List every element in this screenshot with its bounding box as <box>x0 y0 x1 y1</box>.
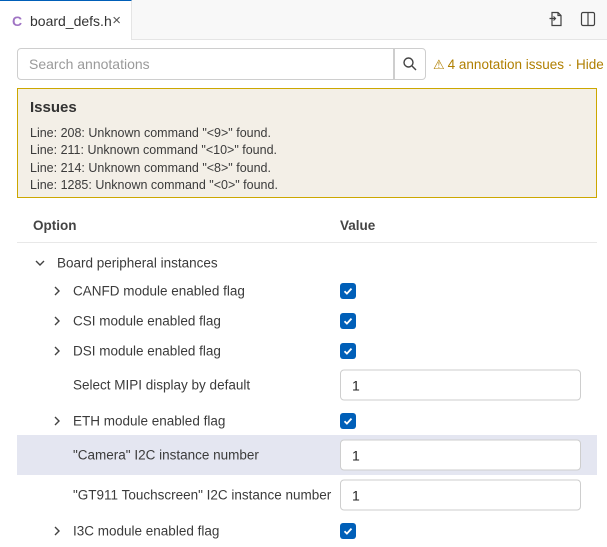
tab-filename: board_defs.h <box>30 12 112 29</box>
option-label: Select MIPI display by default <box>73 377 251 393</box>
table-row[interactable]: I3C module enabled flag <box>17 511 597 547</box>
number-input[interactable] <box>341 370 580 400</box>
editor-tab-bar: C board_defs.h × <box>0 0 607 40</box>
search-button[interactable] <box>394 48 426 80</box>
option-label: "GT911 Touchscreen" I2C instance number <box>73 487 332 503</box>
checkbox[interactable] <box>340 313 356 329</box>
issue-line: Line: 211: Unknown command "<10>" found. <box>30 143 277 158</box>
checkmark-icon <box>343 287 353 295</box>
issue-line: Line: 214: Unknown command "<8>" found. <box>30 160 271 175</box>
option-label: "Camera" I2C instance number <box>73 447 259 463</box>
search-box <box>17 48 394 80</box>
checkbox[interactable] <box>340 343 356 359</box>
issues-list: Line: 208: Unknown command "<9>" found. … <box>30 125 278 194</box>
warning-icon: ⚠ <box>433 57 445 72</box>
checkmark-icon <box>343 347 353 355</box>
issues-title: Issues <box>30 99 77 116</box>
issues-panel: Issues Line: 208: Unknown command "<9>" … <box>17 88 597 198</box>
chevron-right-icon[interactable] <box>51 315 63 327</box>
chevron-right-icon[interactable] <box>51 345 63 357</box>
chevron-right-icon[interactable] <box>51 525 63 537</box>
issue-line: Line: 208: Unknown command "<9>" found. <box>30 126 271 140</box>
close-icon[interactable]: × <box>112 12 121 29</box>
number-input[interactable] <box>341 480 580 510</box>
number-input[interactable] <box>341 440 580 470</box>
annotation-issues-link[interactable]: ⚠ 4 annotation issues · Hide <box>433 57 604 73</box>
split-editor-icon[interactable] <box>579 10 597 28</box>
issue-line: Line: 1285: Unknown command "<0>" found. <box>30 177 278 192</box>
chevron-right-icon[interactable] <box>51 285 63 297</box>
checkmark-icon <box>343 417 353 425</box>
checkbox[interactable] <box>340 283 356 299</box>
editor-actions <box>547 10 597 28</box>
table-row: "GT911 Touchscreen" I2C instance number <box>17 475 597 515</box>
number-field[interactable] <box>340 479 581 511</box>
option-label: CSI module enabled flag <box>73 313 221 329</box>
column-header-value: Value <box>340 218 376 233</box>
chevron-down-icon[interactable] <box>34 257 46 269</box>
number-field[interactable] <box>340 369 581 401</box>
checkmark-icon <box>343 527 353 535</box>
chevron-right-icon[interactable] <box>51 415 63 427</box>
checkbox[interactable] <box>340 523 356 539</box>
option-label: CANFD module enabled flag <box>73 283 245 299</box>
table-row-selected: "Camera" I2C instance number <box>17 435 597 475</box>
option-label: ETH module enabled flag <box>73 413 226 429</box>
open-file-icon[interactable] <box>547 10 565 28</box>
column-header-option: Option <box>33 218 77 233</box>
search-input[interactable] <box>18 49 393 79</box>
c-file-icon: C <box>12 12 23 29</box>
number-field[interactable] <box>340 439 581 471</box>
group-label: Board peripheral instances <box>57 255 218 271</box>
search-icon <box>403 57 417 71</box>
tab-board-defs[interactable]: C board_defs.h × <box>0 0 132 40</box>
issues-link-text: 4 annotation issues · Hide <box>447 57 604 72</box>
checkmark-icon <box>343 317 353 325</box>
option-label: DSI module enabled flag <box>73 343 221 359</box>
option-label: I3C module enabled flag <box>73 523 220 539</box>
table-row: Select MIPI display by default <box>17 365 597 405</box>
checkbox[interactable] <box>340 413 356 429</box>
